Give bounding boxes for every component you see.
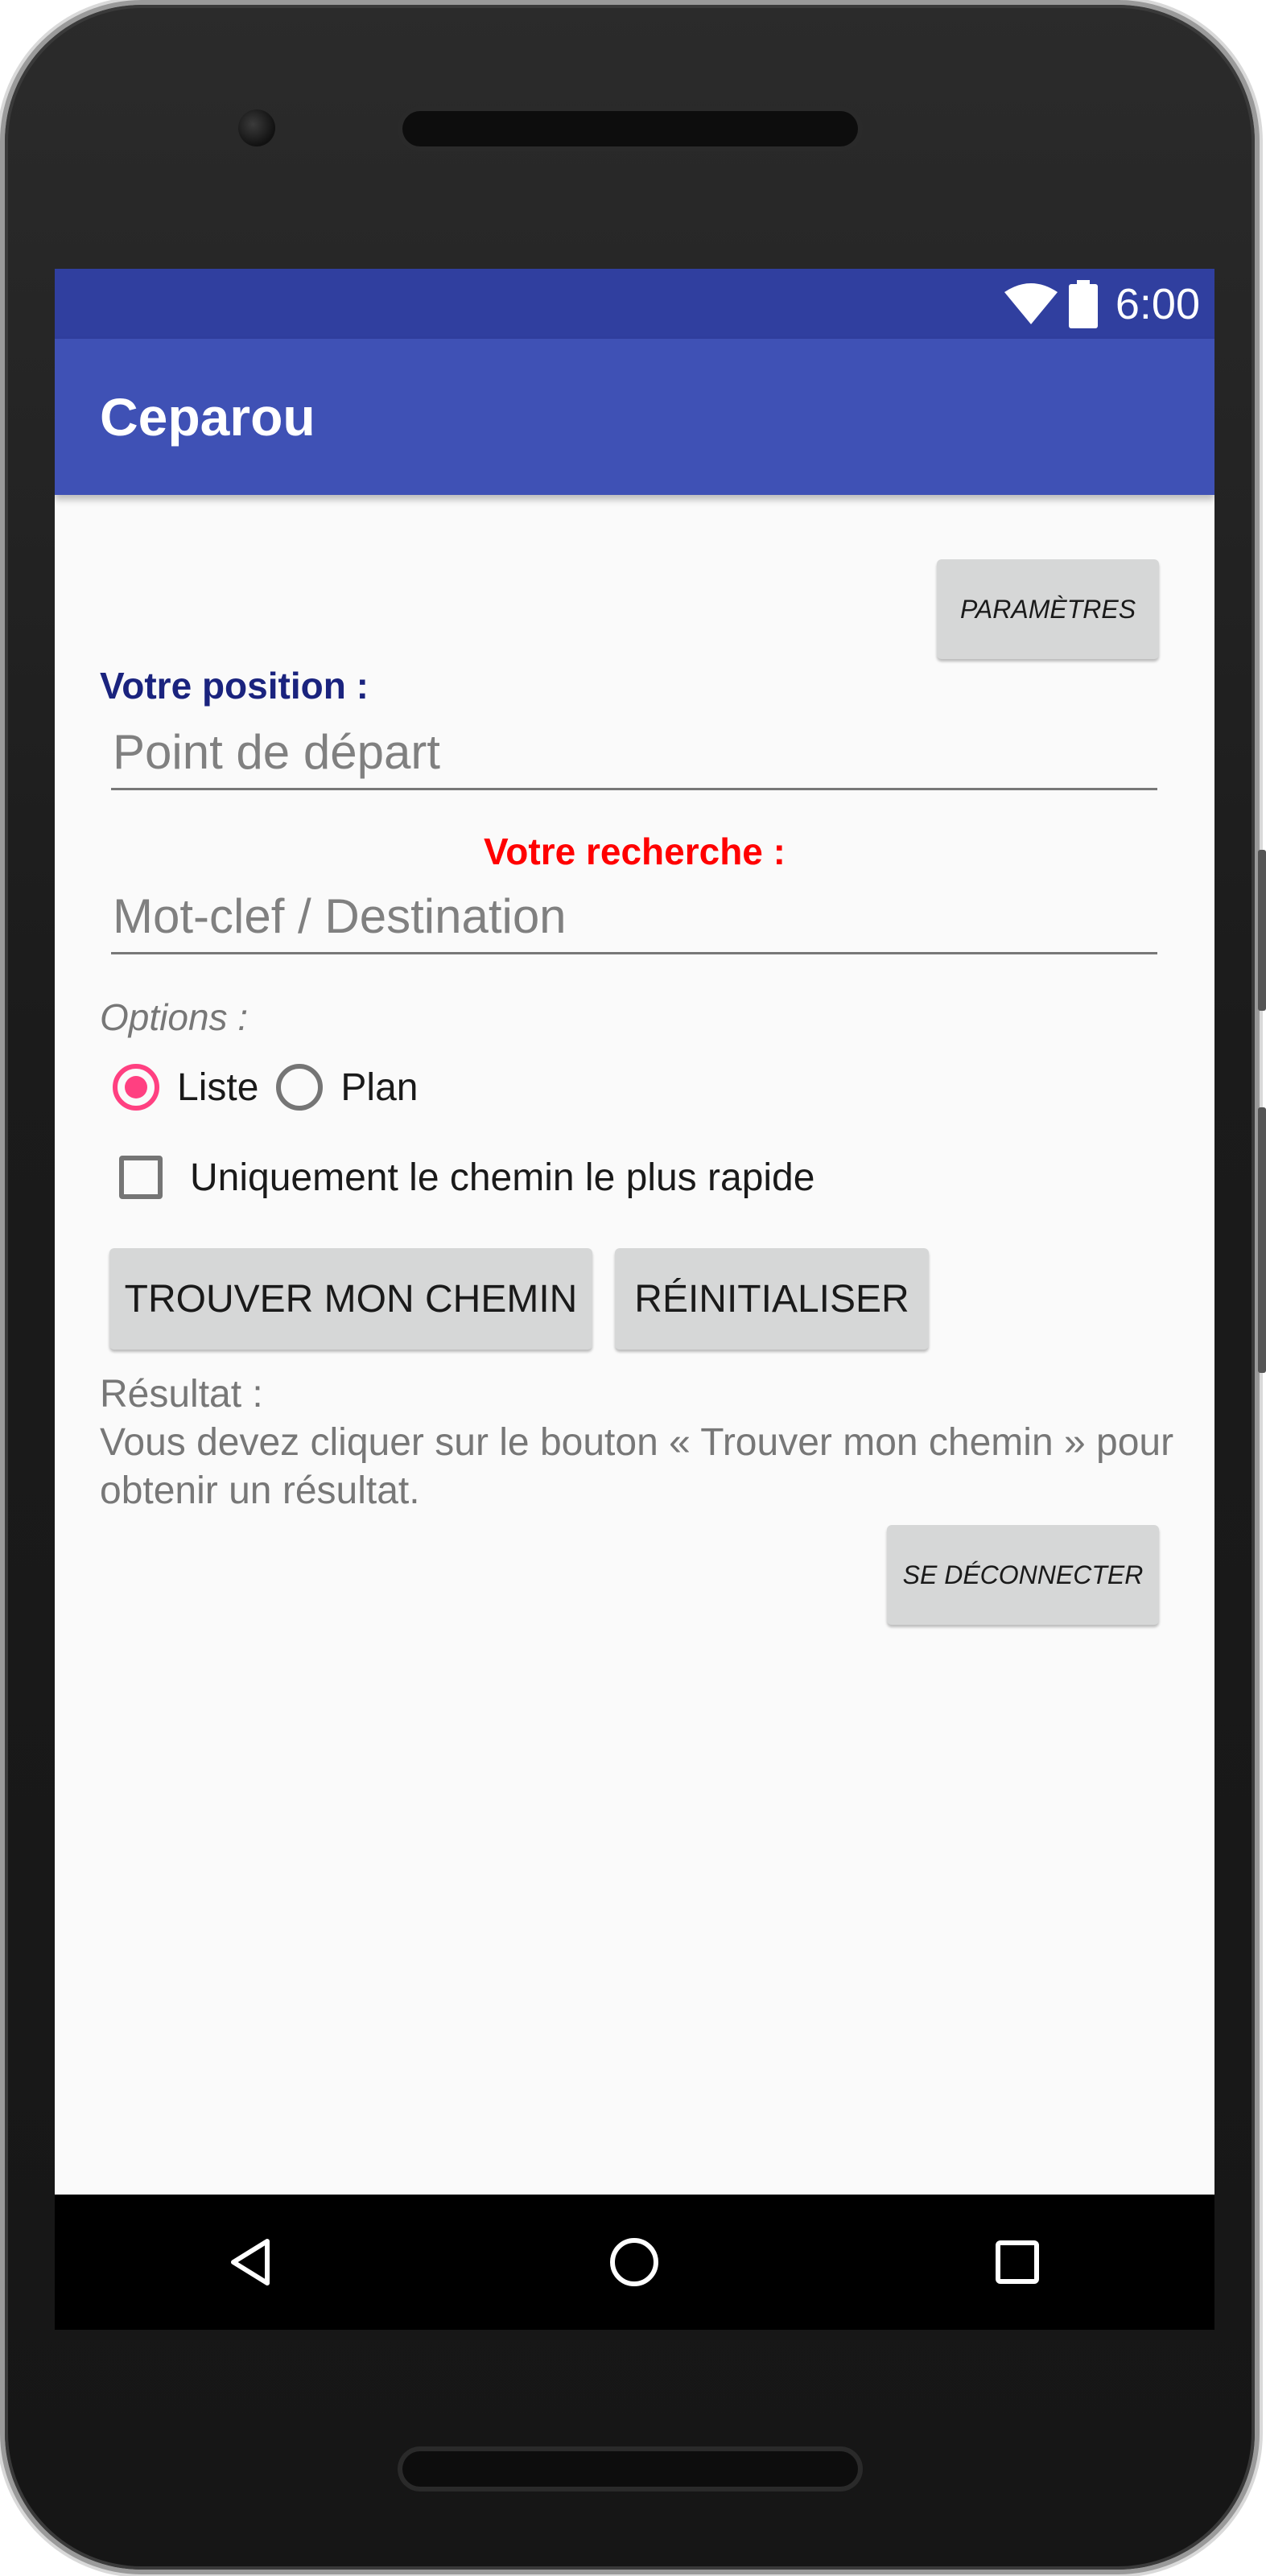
home-icon[interactable] <box>608 2236 660 2288</box>
recents-icon[interactable] <box>992 2236 1043 2288</box>
bottom-speaker <box>402 2451 858 2487</box>
settings-button-label: PARAMÈTRES <box>959 594 1136 624</box>
destination-placeholder: Mot-clef / Destination <box>113 889 567 943</box>
settings-button[interactable]: PARAMÈTRES <box>937 559 1159 659</box>
display-mode-radio-group: Liste Plan <box>113 1055 435 1119</box>
result-message: Vous devez cliquer sur le bouton « Trouv… <box>100 1421 1174 1512</box>
power-button <box>1258 1107 1266 1373</box>
app-title: Ceparou <box>100 387 315 447</box>
radio-plan[interactable] <box>276 1064 324 1111</box>
battery-icon <box>1068 279 1098 328</box>
radio-liste[interactable] <box>113 1064 159 1111</box>
status-icons: 6:00 <box>1003 269 1200 339</box>
search-label: Votre recherche : <box>484 831 786 872</box>
top-speaker <box>402 111 858 146</box>
main-content: PARAMÈTRES Votre position : Point de dép… <box>55 495 1214 2195</box>
status-bar: 6:00 <box>55 269 1214 339</box>
navigation-bar <box>55 2195 1214 2330</box>
back-icon[interactable] <box>225 2236 277 2288</box>
phone-screen: 6:00 Ceparou PARAMÈTRES Votre position :… <box>55 269 1214 2330</box>
wifi-icon <box>1004 282 1058 324</box>
app-bar: Ceparou <box>55 339 1214 495</box>
phone-device: 6:00 Ceparou PARAMÈTRES Votre position :… <box>5 5 1266 2570</box>
logout-button-label: SE DÉCONNECTER <box>902 1560 1144 1589</box>
find-path-button[interactable]: TROUVER MON CHEMIN <box>109 1248 592 1350</box>
find-path-button-label: TROUVER MON CHEMIN <box>124 1277 578 1321</box>
result-title: Résultat : <box>100 1373 263 1416</box>
start-point-input[interactable]: Point de départ <box>111 717 1157 790</box>
status-time: 6:00 <box>1115 279 1200 328</box>
front-camera <box>238 109 275 146</box>
position-label: Votre position : <box>100 665 369 707</box>
fastest-path-checkbox[interactable] <box>119 1156 163 1199</box>
start-point-placeholder: Point de départ <box>113 725 440 779</box>
options-label: Options : <box>100 996 249 1038</box>
fastest-path-label[interactable]: Uniquement le chemin le plus rapide <box>190 1156 814 1200</box>
volume-button <box>1258 850 1266 1011</box>
destination-input[interactable]: Mot-clef / Destination <box>111 881 1157 954</box>
fastest-path-checkbox-row[interactable]: Uniquement le chemin le plus rapide <box>119 1145 832 1210</box>
reset-button[interactable]: RÉINITIALISER <box>615 1248 929 1350</box>
radio-liste-label[interactable]: Liste <box>177 1065 258 1110</box>
reset-button-label: RÉINITIALISER <box>634 1277 909 1321</box>
radio-plan-label[interactable]: Plan <box>340 1065 418 1110</box>
result-area: Résultat : Vous devez cliquer sur le bou… <box>100 1370 1178 1515</box>
logout-button[interactable]: SE DÉCONNECTER <box>887 1525 1159 1625</box>
